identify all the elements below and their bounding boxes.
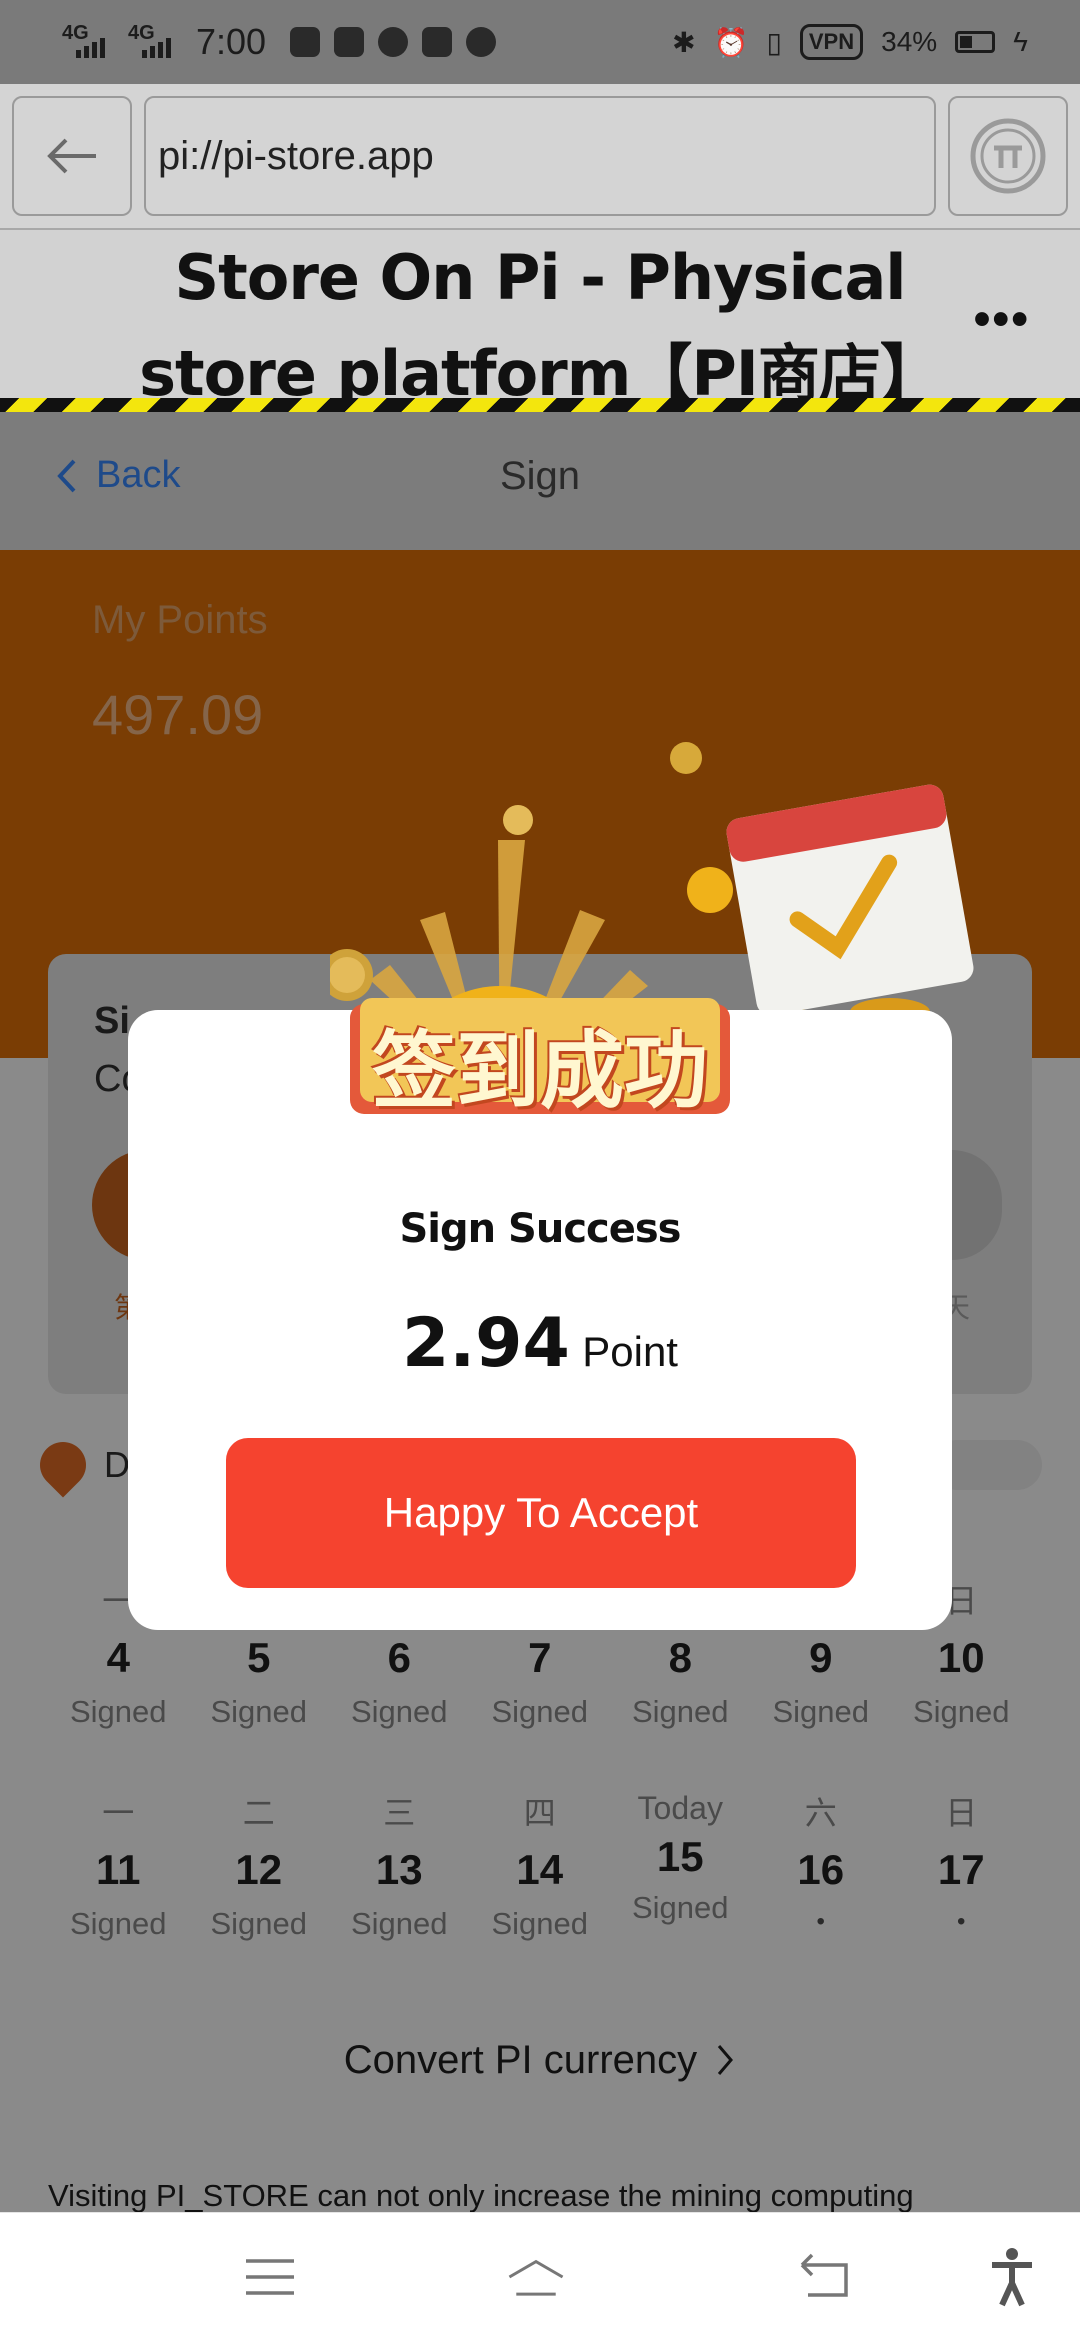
pi-browser-button[interactable] [948,96,1068,216]
happy-to-accept-button[interactable]: Happy To Accept [226,1438,856,1588]
bottom-nav [0,2212,1080,2340]
vibrate-icon: ▯ [766,26,782,58]
small-coins-icon [330,742,733,1001]
battery-percent: 34% [881,26,938,57]
youtube-icon [422,27,453,57]
url-field[interactable]: pi://pi-store.app [144,96,936,216]
reward-points: 2.94 Point [128,1304,952,1383]
sign-success-banner-text: 签到成功 [371,1022,708,1120]
charging-icon: ϟ [1013,26,1028,57]
shield-icon [466,27,497,57]
sign-success-message: Sign Success [399,1206,681,1252]
url-text: pi://pi-store.app [158,133,434,178]
bluetooth-icon: ✱ [672,26,696,58]
arrow-left-icon [47,138,96,174]
browser-back-button[interactable] [12,96,132,216]
hazard-stripe [0,398,1080,412]
signal-icon: 4G [62,22,114,62]
clock: 7:00 [196,21,267,62]
alarm-icon: ⏰ [713,26,749,58]
chat-app-icon [334,27,365,57]
browser-toolbar: pi://pi-store.app [0,84,1080,228]
signal-icon-2: 4G [128,22,180,62]
reward-points-value: 2.94 [402,1304,570,1383]
reward-points-unit: Point [582,1328,678,1375]
page-title: Store On Pi - Physical store platform【PI… [130,230,950,422]
home-icon[interactable] [506,2247,566,2307]
menu-icon[interactable] [240,2247,300,2307]
status-bar: 4G 4G 7:00 ✱ ⏰ ▯ VPN 34% ϟ [0,0,1080,84]
messenger-icon [378,27,409,57]
back-nav-icon[interactable] [794,2247,854,2307]
pi-logo-icon [970,118,1046,194]
more-menu-button[interactable]: ••• [974,292,1030,347]
calendar-check-icon [726,784,974,1030]
vpn-badge: VPN [799,24,864,60]
page-title-line-1: Store On Pi - Physical [174,241,906,314]
zalo-icon [290,27,321,57]
page-title-bar: Store On Pi - Physical store platform【PI… [0,228,1080,412]
battery-icon [955,31,996,53]
sign-success-dialog: 签到成功 Sign Success 2.94 Point Happy To Ac… [128,998,952,1630]
accessibility-icon[interactable] [982,2247,1042,2307]
